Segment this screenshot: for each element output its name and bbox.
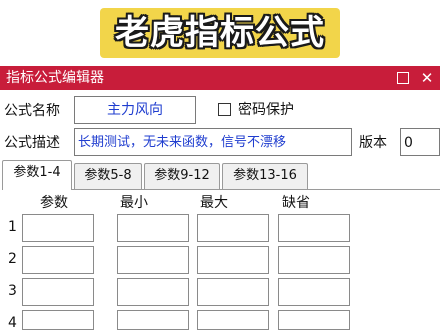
column-header-param: 参数 — [40, 195, 68, 211]
param-4-default-input[interactable] — [278, 310, 350, 330]
param-3-max-input[interactable] — [197, 278, 269, 306]
title-bar[interactable]: 指标公式编辑器 ✕ — [0, 66, 440, 90]
param-3-min-input[interactable] — [117, 278, 189, 306]
formula-name-value: 主力风向 — [107, 102, 163, 118]
tab-params-13-16[interactable]: 参数13-16 — [222, 163, 308, 189]
version-label: 版本 — [359, 135, 387, 151]
password-protect-checkbox[interactable] — [218, 103, 231, 116]
formula-editor-window: 指标公式编辑器 ✕ 公式名称 主力风向 密码保护 公式描述 长期测试，无未来函数… — [0, 66, 440, 330]
password-protect-label: 密码保护 — [238, 102, 294, 118]
banner: 老虎指标公式 — [0, 0, 440, 66]
param-3-name-input[interactable] — [22, 278, 94, 306]
version-field[interactable]: 0 — [400, 128, 440, 156]
formula-desc-label: 公式描述 — [4, 135, 60, 151]
tab-params-1-4[interactable]: 参数1-4 — [2, 160, 72, 190]
param-4-min-input[interactable] — [117, 310, 189, 330]
tab-params-9-12[interactable]: 参数9-12 — [144, 163, 220, 189]
param-2-default-input[interactable] — [278, 246, 350, 274]
param-3-default-input[interactable] — [278, 278, 350, 306]
column-header-max: 最大 — [200, 195, 228, 211]
param-1-min-input[interactable] — [117, 214, 189, 242]
window-title: 指标公式编辑器 — [6, 70, 104, 86]
banner-title: 老虎指标公式 — [100, 8, 340, 58]
param-row-number: 1 — [8, 219, 17, 235]
param-1-default-input[interactable] — [278, 214, 350, 242]
param-row-number: 4 — [8, 315, 17, 330]
column-header-min: 最小 — [120, 195, 148, 211]
maximize-icon — [397, 72, 409, 84]
param-1-max-input[interactable] — [197, 214, 269, 242]
param-2-min-input[interactable] — [117, 246, 189, 274]
param-row-number: 2 — [8, 251, 17, 267]
close-button[interactable]: ✕ — [418, 69, 436, 87]
param-row-number: 3 — [8, 283, 17, 299]
formula-desc-field[interactable]: 长期测试，无未来函数，信号不漂移 — [74, 128, 352, 156]
formula-name-field[interactable]: 主力风向 — [74, 96, 196, 124]
param-1-name-input[interactable] — [22, 214, 94, 242]
param-4-max-input[interactable] — [197, 310, 269, 330]
param-2-max-input[interactable] — [197, 246, 269, 274]
tab-params-5-8[interactable]: 参数5-8 — [74, 163, 142, 189]
param-2-name-input[interactable] — [22, 246, 94, 274]
formula-desc-value: 长期测试，无未来函数，信号不漂移 — [78, 135, 287, 150]
param-4-name-input[interactable] — [22, 310, 94, 330]
column-header-default: 缺省 — [282, 195, 310, 211]
maximize-button[interactable] — [394, 69, 412, 87]
formula-name-label: 公式名称 — [4, 103, 60, 119]
version-value: 0 — [404, 135, 413, 151]
